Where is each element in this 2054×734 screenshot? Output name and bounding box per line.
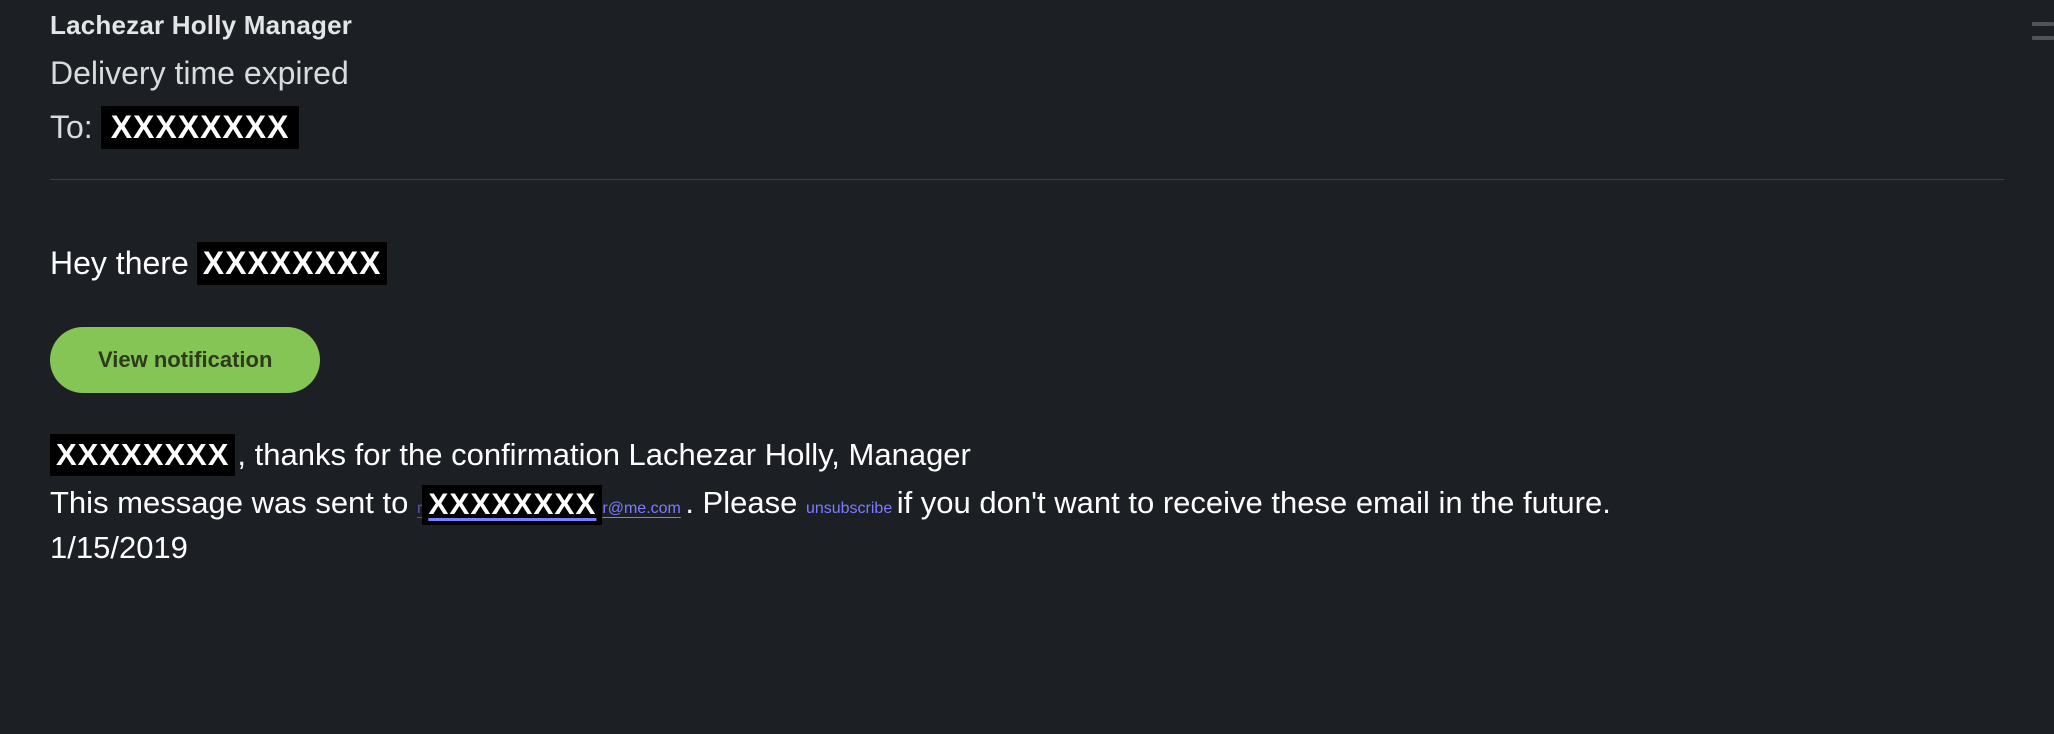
email-subject: Delivery time expired bbox=[50, 55, 2004, 92]
email-redacted: XXXXXXXX bbox=[422, 485, 602, 526]
view-notification-button[interactable]: View notification bbox=[50, 327, 320, 393]
confirm-name-redacted: XXXXXXXX bbox=[50, 434, 235, 476]
to-line: To: XXXXXXXX bbox=[50, 106, 2004, 179]
email-header: Lachezar Holly Manager Delivery time exp… bbox=[50, 10, 2004, 179]
sender-name: Lachezar Holly Manager bbox=[50, 10, 2004, 41]
sent-period: . Please bbox=[685, 485, 806, 520]
to-recipient-redacted: XXXXXXXX bbox=[101, 106, 300, 149]
greeting-line: Hey there XXXXXXXX bbox=[50, 242, 2004, 285]
email-date: 1/15/2019 bbox=[50, 526, 2004, 569]
recipient-email-link[interactable]: r XXXXXXXX r@me.com bbox=[417, 484, 681, 525]
menu-stripe-icon bbox=[2032, 22, 2054, 40]
to-label: To: bbox=[50, 109, 93, 146]
email-tail: r@me.com bbox=[602, 500, 680, 518]
confirm-rest: , thanks for the confirmation Lachezar H… bbox=[237, 433, 970, 476]
email-body: Hey there XXXXXXXX View notification XXX… bbox=[50, 180, 2004, 569]
sent-suffix: if you don't want to receive these email… bbox=[897, 485, 1611, 520]
greeting-prefix: Hey there bbox=[50, 245, 189, 282]
greeting-name-redacted: XXXXXXXX bbox=[197, 242, 388, 285]
sent-prefix: This message was sent to bbox=[50, 485, 417, 520]
unsubscribe-link[interactable]: unsubscribe bbox=[806, 500, 892, 517]
confirmation-line: XXXXXXXX , thanks for the confirmation L… bbox=[50, 433, 2004, 476]
sent-to-line: This message was sent to r XXXXXXXX r@me… bbox=[50, 481, 2004, 525]
